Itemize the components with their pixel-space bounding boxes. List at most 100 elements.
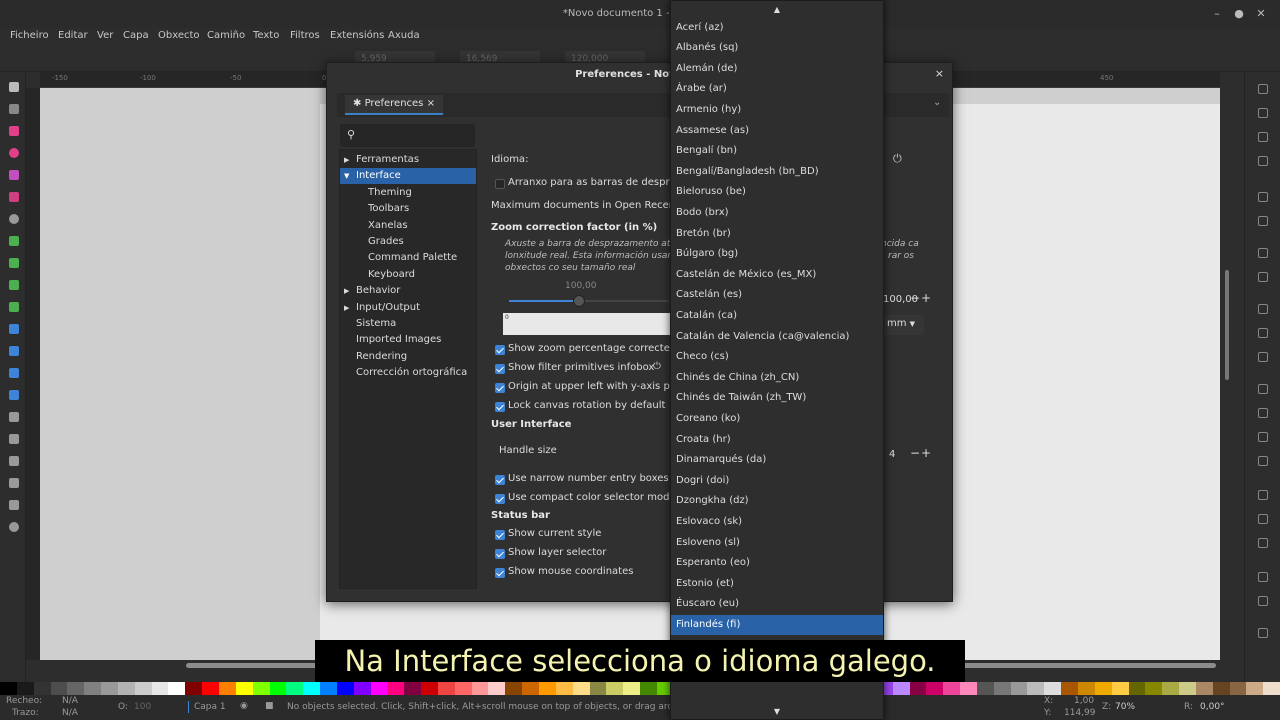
color-swatch[interactable] — [976, 682, 994, 695]
color-swatch[interactable] — [50, 682, 68, 695]
language-option[interactable]: Catalán de Valencia (ca@valencia) — [671, 327, 883, 347]
layer-selector[interactable]: Capa 1 — [194, 702, 226, 712]
maximize-icon[interactable]: ● — [1232, 7, 1246, 21]
color-swatch[interactable] — [1078, 682, 1095, 695]
color-swatch[interactable] — [16, 682, 34, 695]
pencil-tool-icon[interactable] — [9, 258, 19, 268]
copy-icon[interactable] — [1258, 304, 1268, 314]
duplicate-icon[interactable] — [1258, 490, 1268, 500]
language-option[interactable]: Chinés de Taiwán (zh_TW) — [671, 388, 883, 408]
power-icon[interactable]: ⏻ — [893, 152, 902, 166]
3d-box-tool-icon[interactable] — [9, 192, 19, 202]
checkbox-zoom-corrected[interactable] — [495, 345, 505, 355]
language-option[interactable]: Chinés de China (zh_CN) — [671, 368, 883, 388]
undo-icon[interactable] — [1258, 248, 1268, 258]
scrollbar-fix-checkbox[interactable] — [495, 179, 505, 189]
opacity-field[interactable]: 100 — [134, 702, 151, 712]
tree-item[interactable]: Corrección ortográfica — [340, 365, 476, 381]
ungroup-icon[interactable] — [1258, 596, 1268, 606]
rotation-field[interactable]: 0,00° — [1200, 702, 1225, 712]
color-swatch[interactable] — [572, 682, 590, 695]
color-swatch[interactable] — [421, 682, 438, 695]
scroll-down-arrow-icon[interactable]: ▼ — [671, 707, 883, 716]
color-swatch[interactable] — [151, 682, 169, 695]
tree-item[interactable]: ▶ Ferramentas — [340, 152, 476, 168]
language-option[interactable]: Dinamarqués (da) — [671, 450, 883, 470]
handle-size-increase-icon[interactable]: + — [921, 446, 931, 460]
color-swatch[interactable] — [471, 682, 489, 695]
language-dropdown-list[interactable]: ▲ Acerí (az) Albanés (sq) Alemán (de) Árabe… — [670, 0, 884, 720]
color-swatch[interactable] — [993, 682, 1011, 695]
save-icon[interactable] — [1258, 132, 1268, 142]
unlink-clone-icon[interactable] — [1258, 538, 1268, 548]
color-swatch[interactable] — [84, 682, 102, 695]
menu-help[interactable]: Axuda — [388, 30, 420, 41]
checkbox-filter-infobox[interactable] — [495, 364, 505, 374]
color-swatch[interactable] — [336, 682, 354, 695]
zoom-field[interactable]: 70% — [1115, 702, 1135, 712]
open-icon[interactable] — [1258, 108, 1268, 118]
stroke-value[interactable]: N/A — [62, 708, 78, 718]
measure-tool-icon[interactable] — [9, 500, 19, 510]
color-swatch[interactable] — [370, 682, 388, 695]
expander-open-icon[interactable]: ▼ — [344, 168, 349, 184]
color-swatch[interactable] — [640, 682, 657, 695]
menu-filters[interactable]: Filtros — [290, 30, 320, 41]
color-swatch[interactable] — [1229, 682, 1247, 695]
language-option[interactable]: Checo (cs) — [671, 347, 883, 367]
color-swatch[interactable] — [488, 682, 506, 695]
minimize-icon[interactable]: – — [1210, 7, 1224, 21]
lock-layer-icon[interactable]: ■ — [265, 701, 274, 711]
tree-item[interactable]: ▶ Behavior — [340, 283, 476, 299]
language-option[interactable]: Acerí (az) — [671, 18, 883, 38]
color-swatch[interactable] — [303, 682, 321, 695]
color-swatch[interactable] — [943, 682, 961, 695]
tree-item[interactable]: Grades — [340, 234, 476, 250]
expander-closed-icon[interactable]: ▶ — [344, 300, 349, 316]
color-swatch[interactable] — [1010, 682, 1028, 695]
color-swatch[interactable] — [1246, 682, 1264, 695]
unit-select[interactable]: mm ▼ — [882, 315, 924, 335]
tree-item[interactable]: Keyboard — [340, 267, 476, 283]
language-option[interactable]: Éuscaro (eu) — [671, 594, 883, 614]
print-icon[interactable] — [1258, 156, 1268, 166]
color-swatch[interactable] — [1027, 682, 1045, 695]
color-swatch[interactable] — [1145, 682, 1163, 695]
new-document-icon[interactable] — [1258, 84, 1268, 94]
tab-close-icon[interactable]: × — [427, 98, 435, 109]
color-swatch[interactable] — [269, 682, 287, 695]
checkbox-origin-upper-left[interactable] — [495, 383, 505, 393]
color-swatch[interactable] — [539, 682, 556, 695]
connector-tool-icon[interactable] — [9, 478, 19, 488]
tree-item[interactable]: Toolbars — [340, 201, 476, 217]
paint-bucket-tool-icon[interactable] — [9, 390, 19, 400]
fill-value[interactable]: N/A — [62, 696, 78, 706]
color-swatch[interactable] — [185, 682, 203, 695]
text-tool-icon[interactable] — [9, 302, 19, 312]
zoom-decrease-icon[interactable]: − — [910, 291, 920, 305]
preferences-tab[interactable]: ✱ Preferences × — [345, 95, 443, 115]
zoom-increase-icon[interactable]: + — [921, 291, 931, 305]
star-tool-icon[interactable] — [9, 170, 19, 180]
calligraphy-tool-icon[interactable] — [9, 280, 19, 290]
selector-tool-icon[interactable] — [9, 82, 19, 92]
rectangle-tool-icon[interactable] — [9, 126, 19, 136]
language-option[interactable]: Eslovaco (sk) — [671, 512, 883, 532]
language-option[interactable]: Árabe (ar) — [671, 79, 883, 99]
zoom-drawing-icon[interactable] — [1258, 408, 1268, 418]
color-swatch[interactable] — [101, 682, 118, 695]
color-swatch[interactable] — [909, 682, 927, 695]
color-swatch[interactable] — [353, 682, 371, 695]
color-swatch[interactable] — [117, 682, 135, 695]
language-option[interactable]: Castelán (es) — [671, 285, 883, 305]
node-tool-icon[interactable] — [9, 104, 19, 114]
menu-extensions[interactable]: Extensións — [330, 30, 384, 41]
color-swatch[interactable] — [67, 682, 85, 695]
xml-editor-icon[interactable] — [1258, 628, 1268, 638]
color-swatch[interactable] — [1263, 682, 1280, 695]
import-icon[interactable] — [1258, 192, 1268, 202]
tree-item[interactable]: ▶ Input/Output — [340, 300, 476, 316]
color-swatch[interactable] — [892, 682, 910, 695]
zoom-selection-icon[interactable] — [1258, 384, 1268, 394]
zoom-page-icon[interactable] — [1258, 432, 1268, 442]
